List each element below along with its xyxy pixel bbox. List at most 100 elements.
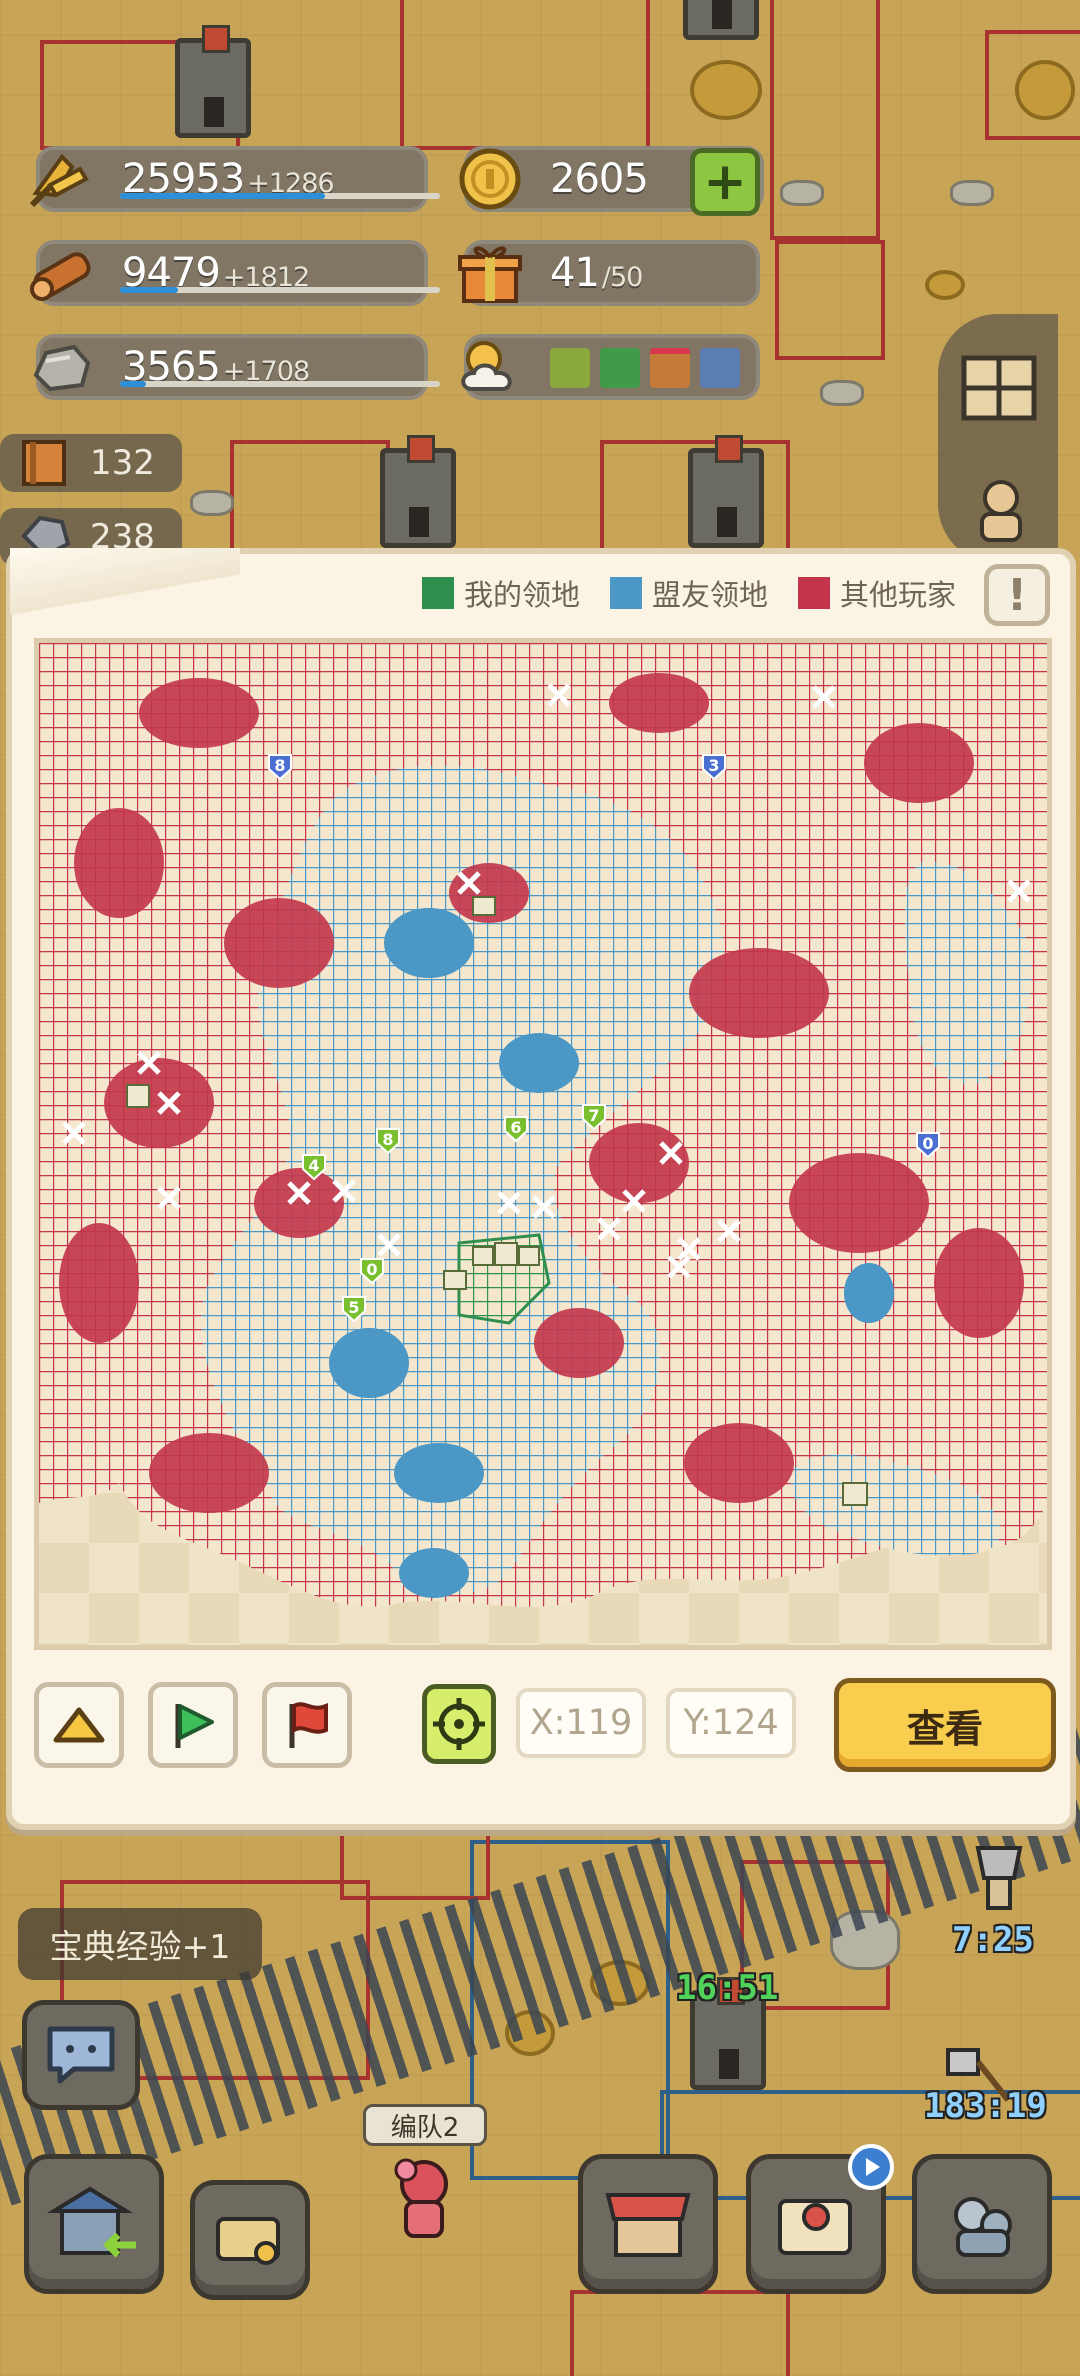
legend-label-ally: 盟友领地 bbox=[652, 578, 769, 612]
x-coordinate-field[interactable]: X: 119 bbox=[516, 1688, 646, 1758]
add-gold-button[interactable]: + bbox=[690, 148, 760, 216]
map-legend: 我的领地 盟友领地 其他玩家 bbox=[422, 572, 986, 614]
watchtower[interactable] bbox=[380, 435, 456, 548]
shield-label: 3 bbox=[708, 756, 719, 775]
gift-icon bbox=[452, 235, 528, 311]
red-flag-button[interactable] bbox=[262, 1682, 352, 1768]
home-triangle-icon bbox=[53, 1707, 105, 1743]
city-return-icon bbox=[46, 2186, 136, 2258]
enemy-unit[interactable] bbox=[958, 1838, 1040, 1918]
shield-label: 0 bbox=[922, 1134, 933, 1153]
troops-button[interactable] bbox=[912, 2154, 1052, 2294]
watchtower[interactable] bbox=[683, 0, 759, 40]
codex-exp-toast: 宝典经验+1 bbox=[18, 1908, 262, 1980]
world-map-panel: 我的领地 盟友领地 其他玩家 ! 8 3 8 6 7 0 0 5 4 X: 11… bbox=[6, 548, 1076, 1830]
territory-map-canvas[interactable]: 8 3 8 6 7 0 0 5 4 bbox=[39, 643, 1047, 1645]
hero-unit[interactable] bbox=[376, 2150, 472, 2246]
hero-sprite-icon bbox=[394, 2158, 448, 2238]
chat-bubble-icon bbox=[47, 2026, 115, 2084]
territory-plot bbox=[775, 240, 885, 360]
y-coordinate-label: Y: bbox=[683, 1703, 712, 1743]
shield-label: 7 bbox=[588, 1106, 599, 1125]
weather-slot-current bbox=[650, 348, 690, 388]
map-scroll-icon bbox=[216, 2217, 280, 2265]
stone-resource-bar[interactable]: 3565 +1708 bbox=[33, 334, 440, 400]
book-icon bbox=[22, 440, 66, 486]
shield-label: 6 bbox=[510, 1118, 521, 1137]
unit-timer: 7:25 bbox=[952, 1920, 1034, 1960]
book-value: 132 bbox=[90, 443, 155, 483]
y-coordinate-field[interactable]: Y: 124 bbox=[666, 1688, 796, 1758]
stone-icon bbox=[24, 329, 100, 405]
green-flag-icon bbox=[175, 1704, 214, 1748]
gift-resource-bar[interactable]: 41/50 bbox=[458, 240, 760, 306]
legend-swatch-other bbox=[798, 577, 831, 609]
quest-map-icon bbox=[778, 2199, 852, 2255]
red-flag-icon bbox=[289, 1702, 328, 1748]
watchtower[interactable] bbox=[175, 25, 251, 138]
notification-badge bbox=[848, 2144, 894, 2190]
rock bbox=[190, 490, 234, 516]
chat-button[interactable] bbox=[22, 2000, 140, 2110]
gift-value: 41 bbox=[550, 250, 600, 296]
territory-plot bbox=[230, 440, 390, 560]
legend-my-territory: 我的领地 bbox=[422, 572, 580, 614]
return-to-city-button[interactable] bbox=[24, 2154, 164, 2294]
wood-progress bbox=[120, 287, 440, 293]
bookmarks-button[interactable] bbox=[190, 2180, 310, 2300]
play-arrow-icon bbox=[866, 2158, 880, 2176]
y-coordinate-value: 124 bbox=[711, 1703, 779, 1743]
weather-slot bbox=[700, 348, 740, 388]
legend-label-mine: 我的领地 bbox=[464, 578, 581, 612]
weather-forecast-slots bbox=[550, 348, 750, 388]
shield-label: 8 bbox=[382, 1130, 393, 1149]
squad-label: 编队2 bbox=[363, 2104, 487, 2146]
map-info-button[interactable]: ! bbox=[984, 564, 1050, 626]
legend-other-players: 其他玩家 bbox=[798, 572, 956, 614]
weather-bar[interactable] bbox=[461, 334, 760, 400]
build-timer: 16:51 bbox=[676, 1968, 779, 2008]
watchtower[interactable] bbox=[688, 435, 764, 548]
wood-resource-bar[interactable]: 9479 +1812 bbox=[30, 240, 440, 306]
rock bbox=[950, 180, 994, 206]
legend-label-other: 其他玩家 bbox=[840, 578, 957, 612]
home-marker-button[interactable] bbox=[34, 1682, 124, 1768]
green-flag-button[interactable] bbox=[148, 1682, 238, 1768]
gift-max: /50 bbox=[601, 262, 643, 293]
gold-coin-icon bbox=[452, 141, 528, 217]
march-timer: 183:19 bbox=[924, 2086, 1047, 2126]
x-coordinate-value: 119 bbox=[565, 1703, 633, 1743]
knight-icon bbox=[975, 1846, 1023, 1910]
shop-button[interactable] bbox=[578, 2154, 718, 2294]
territory-plot bbox=[570, 2290, 790, 2376]
log-icon bbox=[24, 235, 100, 311]
food-progress-fill bbox=[120, 193, 325, 199]
x-coordinate-label: X: bbox=[529, 1703, 566, 1743]
view-button[interactable]: 查看 bbox=[834, 1678, 1056, 1772]
shield-label: 4 bbox=[308, 1156, 319, 1175]
paper-curl-decoration bbox=[10, 548, 240, 618]
weather-sun-cloud-icon bbox=[452, 329, 528, 405]
territory-minimap[interactable]: 8 3 8 6 7 0 0 5 4 bbox=[34, 638, 1052, 1650]
castle-menu-button[interactable] bbox=[938, 314, 1058, 564]
shield-label: 5 bbox=[348, 1298, 359, 1317]
tree bbox=[925, 270, 965, 300]
weather-slot bbox=[550, 348, 590, 388]
legend-swatch-mine bbox=[422, 577, 454, 609]
building-icon bbox=[961, 355, 1037, 421]
stone-progress-fill bbox=[120, 381, 146, 387]
rock bbox=[820, 380, 864, 406]
food-progress bbox=[120, 193, 440, 199]
shop-stall-icon bbox=[605, 2193, 691, 2257]
shield-label: 0 bbox=[366, 1260, 377, 1279]
territory-plot bbox=[340, 1820, 490, 1900]
hero-icon bbox=[980, 480, 1022, 542]
book-resource[interactable]: 132 bbox=[0, 434, 182, 492]
weather-slot bbox=[600, 348, 640, 388]
shield-label: 8 bbox=[274, 756, 285, 775]
food-resource-bar[interactable]: 25953 +1286 bbox=[29, 146, 440, 212]
wood-progress-fill bbox=[120, 287, 178, 293]
stone-progress bbox=[120, 381, 440, 387]
legend-ally-territory: 盟友领地 bbox=[610, 572, 768, 614]
locate-button[interactable] bbox=[422, 1684, 496, 1764]
